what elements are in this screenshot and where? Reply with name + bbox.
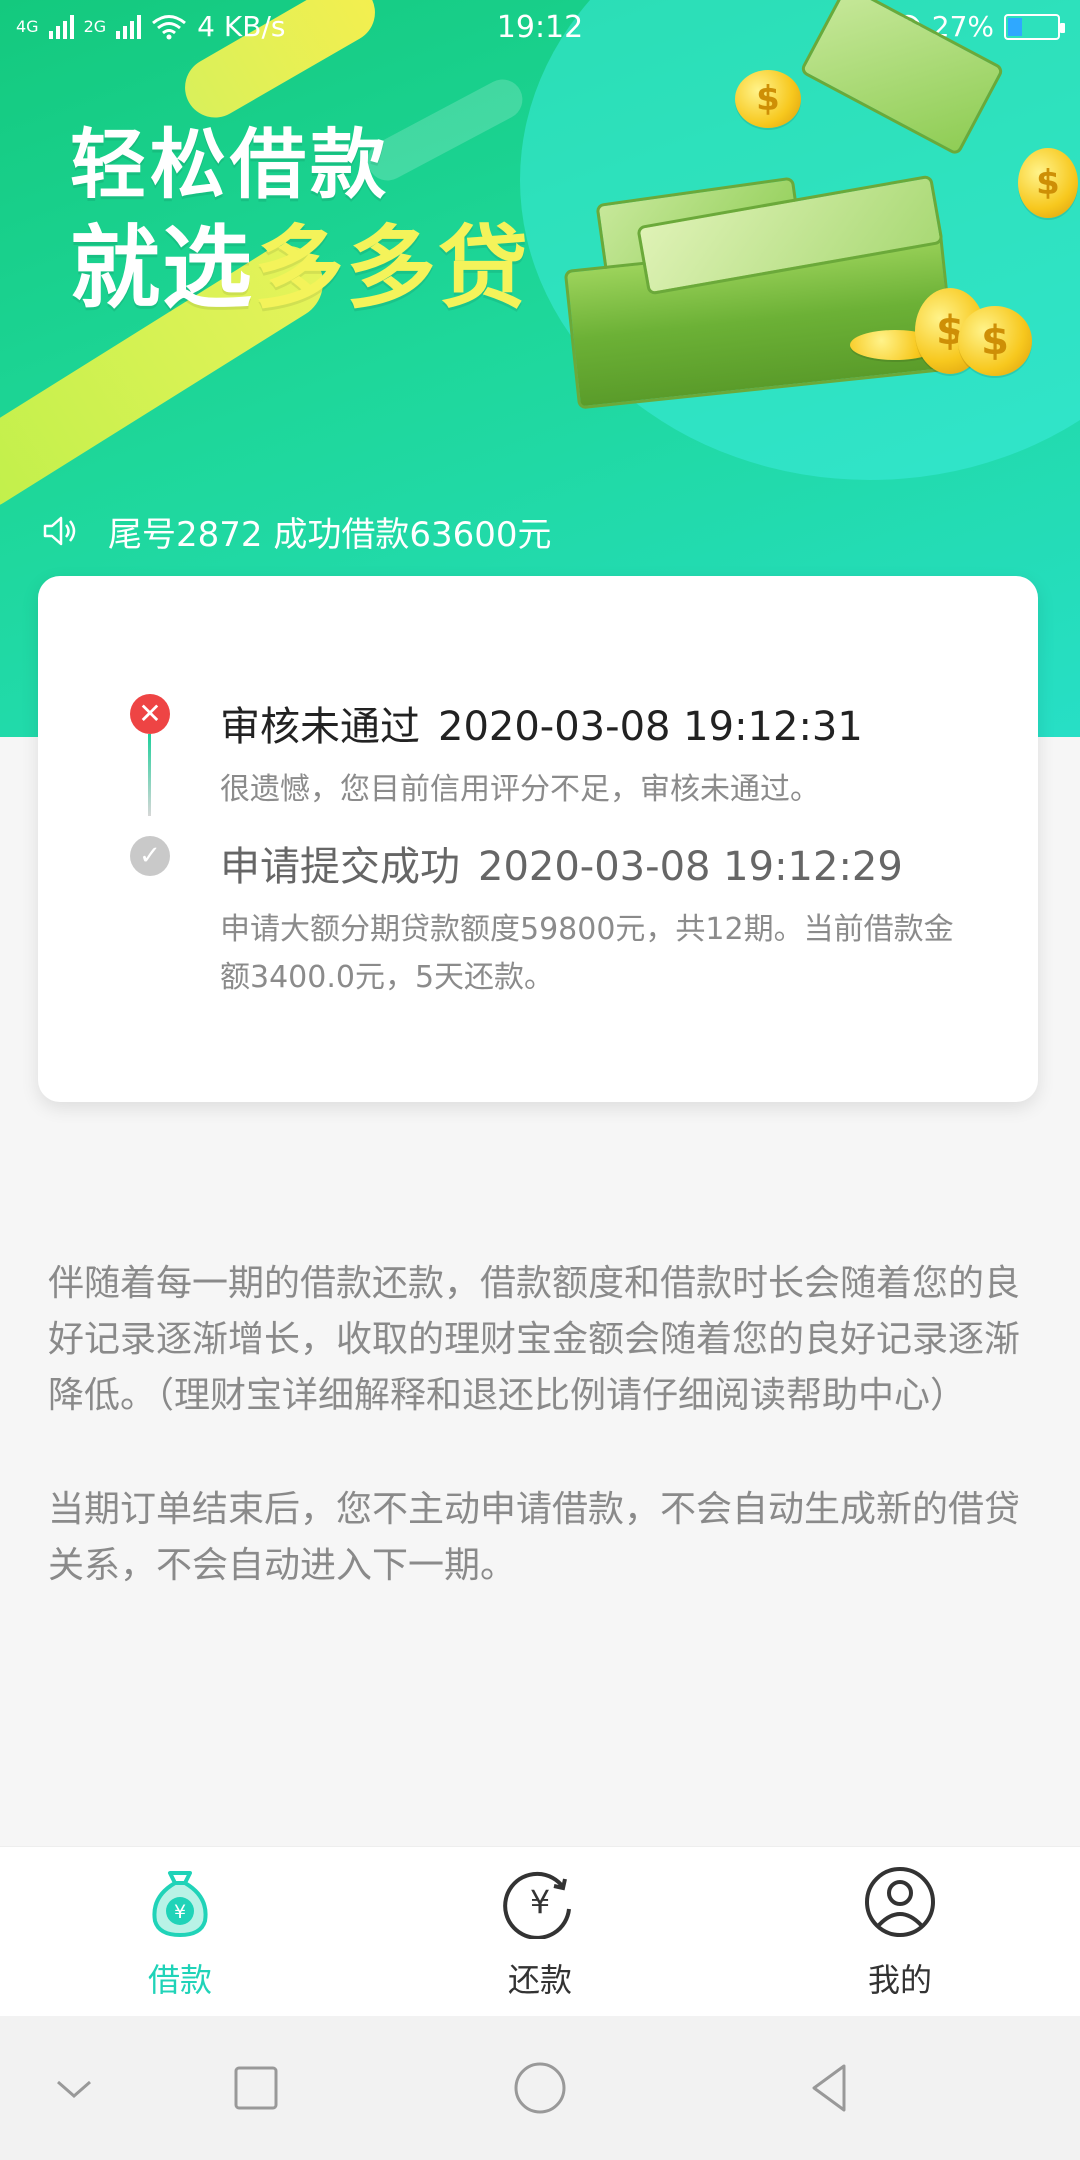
timeline-track: ✕ ✓: [130, 694, 170, 954]
system-nav-bar: [0, 2016, 1080, 2160]
hero-title: 轻松借款 就选多多贷: [70, 120, 530, 328]
check-icon: ✓: [130, 836, 170, 876]
tab-repay[interactable]: ¥ 还款: [440, 1865, 640, 2001]
tab-profile[interactable]: 我的: [800, 1865, 1000, 2001]
svg-text:¥: ¥: [174, 1901, 186, 1923]
entry-header: 申请提交成功 2020-03-08 19:12:29: [220, 834, 980, 892]
tab-label: 我的: [867, 1961, 932, 1999]
back-icon[interactable]: [800, 2058, 860, 2118]
app-root: 4G 2G 4 KB/s 19:12 27% 轻松借款 就选多多贷 $ $ $ …: [0, 0, 1080, 2160]
hide-nav-chevron-icon[interactable]: [44, 2058, 104, 2118]
tab-borrow[interactable]: ¥ 借款: [80, 1865, 280, 2001]
timeline-entry-submitted: 申请提交成功 2020-03-08 19:12:29 申请大额分期贷款额度5980…: [220, 834, 980, 1002]
bottom-tab-bar: ¥ 借款 ¥ 还款 我的: [0, 1846, 1080, 2016]
battery-icon: [1004, 13, 1065, 40]
hero-title-line2: 就选多多贷: [70, 210, 530, 328]
application-status-card: ✕ ✓ 审核未通过 2020-03-08 19:12:31 很遗憾，您目前信用评分…: [38, 576, 1038, 1102]
tab-label: 还款: [507, 1961, 572, 1999]
coin-icon: $: [735, 70, 801, 128]
repay-yen-icon: ¥: [503, 1871, 571, 1940]
recent-apps-icon[interactable]: [226, 2058, 286, 2118]
entry-status: 申请提交成功: [220, 844, 460, 890]
home-icon[interactable]: [510, 2058, 570, 2118]
coin-icon: $: [958, 306, 1032, 376]
entry-timestamp: 2020-03-08 19:12:31: [438, 704, 863, 750]
timeline-entry-rejected: 审核未通过 2020-03-08 19:12:31 很遗憾，您目前信用评分不足，审…: [220, 694, 980, 814]
entry-description: 申请大额分期贷款额度59800元，共12期。当前借款金额3400.0元，5天还款…: [220, 912, 954, 995]
hero-title-prefix: 就选: [70, 216, 254, 321]
entry-description: 很遗憾，您目前信用评分不足，审核未通过。: [220, 772, 820, 807]
hero-title-line1: 轻松借款: [70, 120, 390, 209]
fail-icon: ✕: [130, 694, 170, 734]
info-paragraph: 当期订单结束后，您不主动申请借款，不会自动生成新的借贷关系，不会自动进入下一期。: [48, 1489, 1021, 1586]
timeline-connector: [148, 734, 151, 816]
coin-icon: $: [1018, 148, 1078, 218]
entry-timestamp: 2020-03-08 19:12:29: [478, 844, 903, 890]
info-paragraph: 伴随着每一期的借款还款，借款额度和借款时长会随着您的良好记录逐渐增长，收取的理财…: [48, 1263, 1021, 1416]
profile-icon: [865, 1867, 935, 1937]
brand-name: 多多贷: [254, 216, 530, 321]
tab-label: 借款: [147, 1961, 212, 1999]
entry-status: 审核未通过: [220, 704, 420, 750]
speaker-icon: [43, 516, 76, 546]
entry-header: 审核未通过 2020-03-08 19:12:31: [220, 694, 980, 752]
svg-text:¥: ¥: [530, 1883, 550, 1921]
announcement-ticker[interactable]: 尾号2872 成功借款63600元: [40, 506, 552, 556]
money-bag-icon: ¥: [152, 1871, 208, 1937]
ticker-text: 尾号2872 成功借款63600元: [108, 514, 552, 555]
loan-info-text: 伴随着每一期的借款还款，借款额度和借款时长会随着您的良好记录逐渐增长，收取的理财…: [48, 1256, 1038, 1594]
